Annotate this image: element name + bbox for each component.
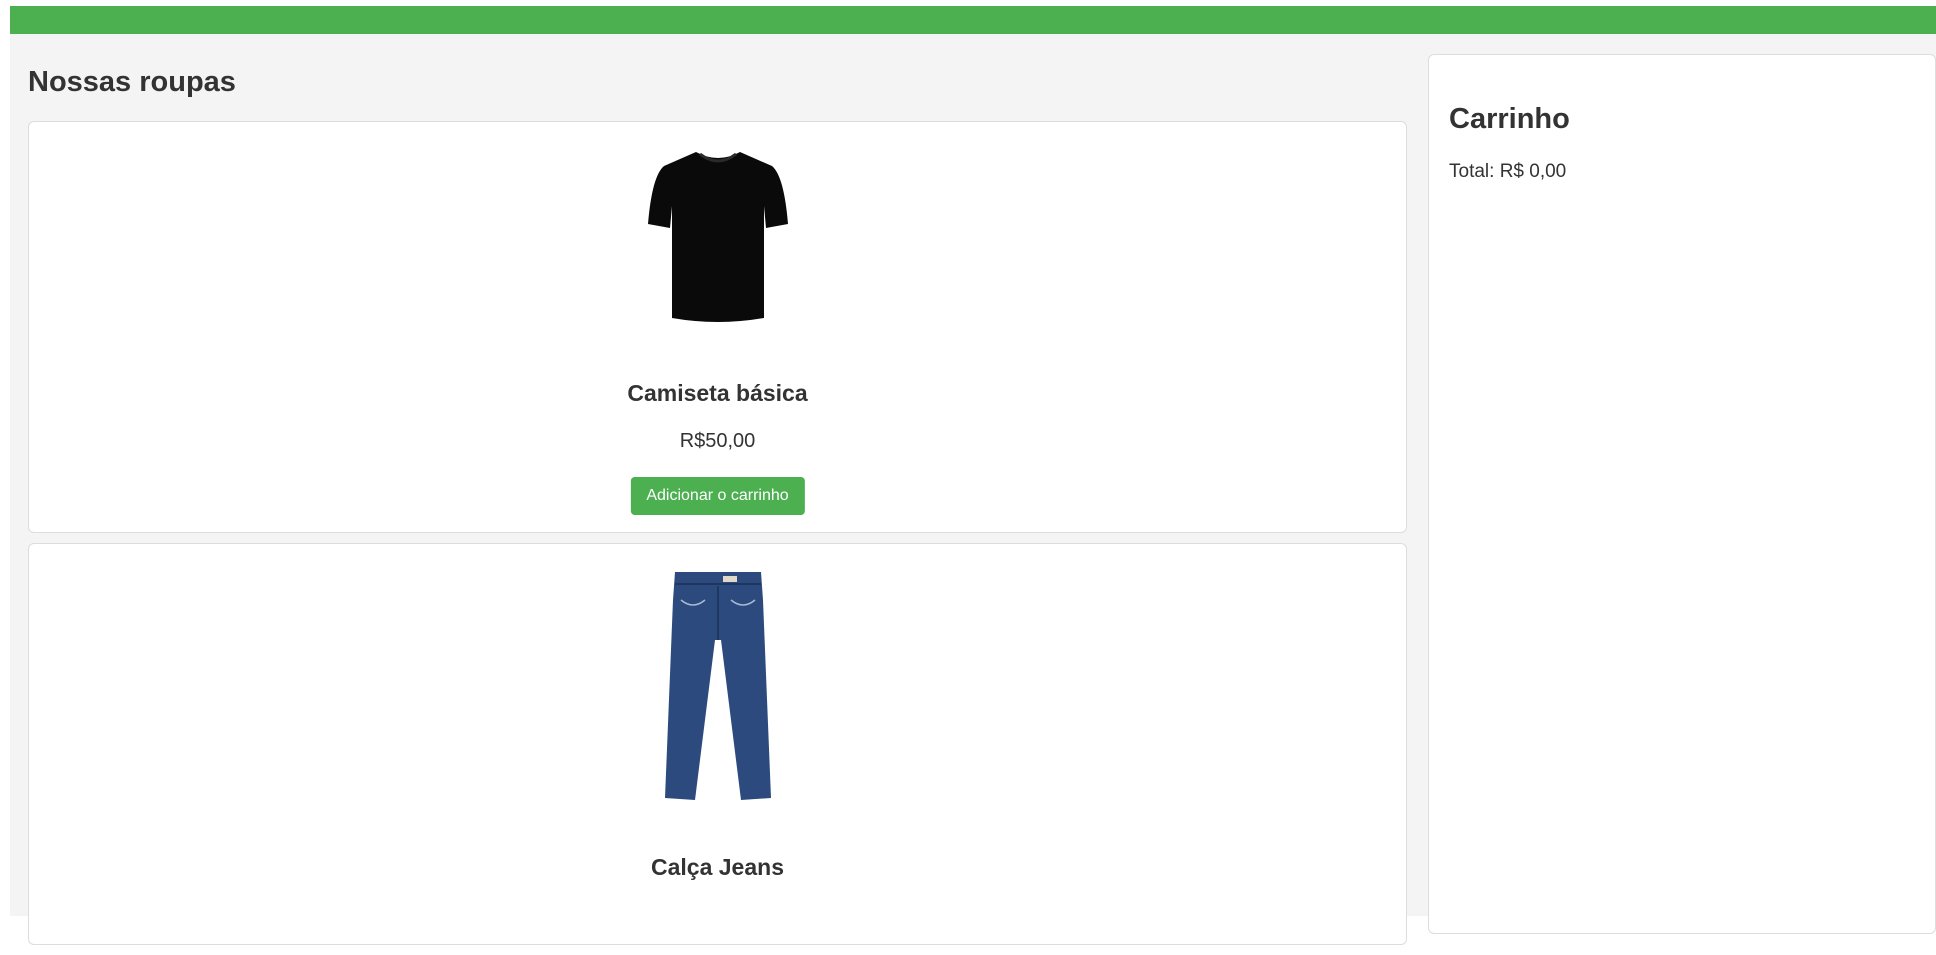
add-to-cart-button[interactable]: Adicionar o carrinho	[630, 477, 805, 515]
page: Nossas roupas Camiseta básica R$50,00 Ad…	[10, 6, 1936, 945]
product-price: R$50,00	[679, 430, 756, 452]
products-section: Nossas roupas Camiseta básica R$50,00 Ad…	[28, 61, 1407, 955]
black-tshirt-image	[647, 152, 788, 322]
product-name: Calça Jeans	[651, 854, 784, 880]
cart-title: Carrinho	[1449, 103, 1570, 135]
blue-jeans-image	[664, 572, 771, 800]
product-name: Camiseta básica	[627, 380, 808, 406]
cart-panel: Carrinho Total: R$ 0,00	[1428, 54, 1936, 934]
top-header-bar	[10, 6, 1936, 34]
cart-total: Total: R$ 0,00	[1449, 161, 1567, 182]
products-title: Nossas roupas	[28, 66, 236, 98]
product-card: Camiseta básica R$50,00 Adicionar o carr…	[28, 121, 1407, 533]
product-card: Calça Jeans	[28, 543, 1407, 945]
